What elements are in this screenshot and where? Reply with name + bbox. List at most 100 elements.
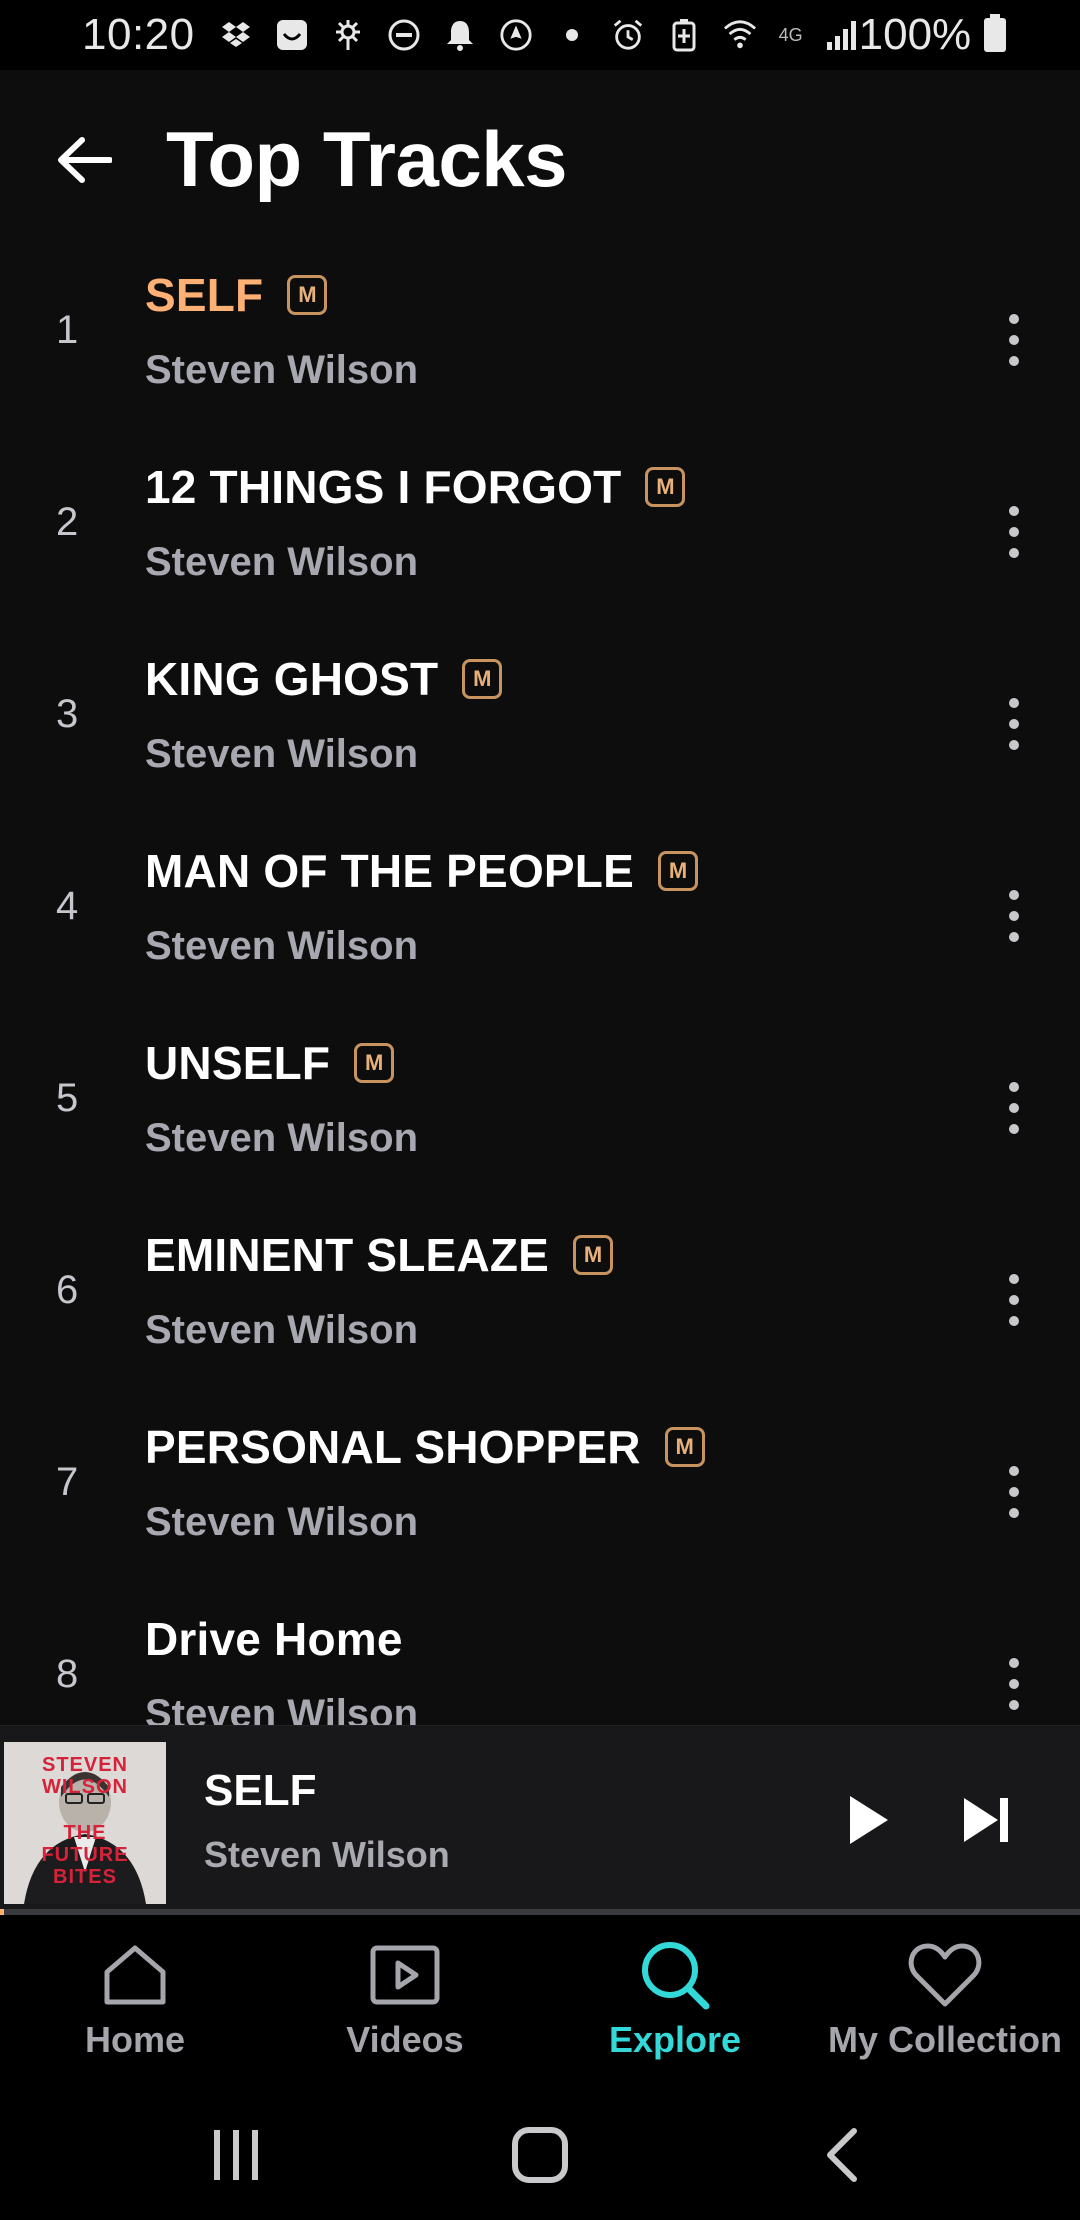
dot-icon: [1009, 1082, 1019, 1092]
back-system-button[interactable]: [802, 2120, 882, 2190]
track-row[interactable]: 7 PERSONAL SHOPPER M Steven Wilson: [0, 1402, 1080, 1594]
more-options-button[interactable]: [990, 692, 1038, 756]
track-title-group: UNSELF M: [145, 1036, 395, 1090]
more-options-button[interactable]: [990, 1460, 1038, 1524]
track-row[interactable]: 6 EMINENT SLEAZE M Steven Wilson: [0, 1210, 1080, 1402]
next-button[interactable]: [958, 1788, 1018, 1852]
more-options-button[interactable]: [990, 308, 1038, 372]
dnd-icon: [387, 18, 421, 52]
track-row[interactable]: 3 KING GHOST M Steven Wilson: [0, 634, 1080, 826]
track-number: 2: [56, 500, 79, 544]
app-circle-icon: [499, 18, 533, 52]
track-number: 5: [56, 1076, 79, 1120]
more-vertical-icon: [1009, 1082, 1019, 1134]
album-art-text-3: THE: [63, 1822, 107, 1844]
recent-apps-icon: [214, 2130, 258, 2180]
track-row[interactable]: 2 12 THINGS I FORGOT M Steven Wilson: [0, 442, 1080, 634]
more-options-button[interactable]: [990, 500, 1038, 564]
album-art-text-4: FUTURE: [41, 1844, 129, 1866]
play-button[interactable]: [840, 1788, 896, 1852]
battery-percent: 100%: [858, 10, 972, 59]
nav-my-collection[interactable]: My Collection: [810, 1915, 1080, 2080]
dot-icon: [1009, 911, 1019, 921]
track-title: 12 THINGS I FORGOT: [145, 461, 622, 513]
video-icon: [365, 1935, 445, 2015]
now-playing-title[interactable]: SELF: [204, 1766, 316, 1816]
more-vertical-icon: [1009, 890, 1019, 942]
album-art[interactable]: STEVEN WILSON THE FUTURE BITES: [4, 1742, 166, 1904]
track-artist: Steven Wilson: [145, 1308, 419, 1352]
more-vertical-icon: [1009, 506, 1019, 558]
dot-icon: [1009, 1487, 1019, 1497]
track-number: 1: [56, 308, 79, 352]
mini-player[interactable]: STEVEN WILSON THE FUTURE BITES SELF Stev…: [0, 1725, 1080, 1915]
dot-icon: [1009, 932, 1019, 942]
track-row[interactable]: 8 Drive Home Steven Wilson: [0, 1594, 1080, 1725]
dot-icon: [1009, 1103, 1019, 1113]
page-header: Top Tracks: [0, 70, 1080, 250]
track-list: 1 SELF M Steven Wilson 2 12 THINGS I FORGOT M S…: [0, 250, 1080, 1725]
dot-icon: [1009, 1466, 1019, 1476]
track-row[interactable]: 1 SELF M Steven Wilson: [0, 250, 1080, 442]
dot-icon: [1009, 506, 1019, 516]
dot-icon: [1009, 335, 1019, 345]
dot-icon: [1009, 698, 1019, 708]
master-quality-badge: M: [573, 1235, 614, 1275]
more-options-button[interactable]: [990, 1268, 1038, 1332]
arrow-left-icon: [58, 137, 112, 183]
nav-home-label: Home: [84, 2019, 186, 2060]
bell-icon: [443, 18, 477, 52]
bottom-nav: Home Videos Explore My Collection: [0, 1915, 1080, 2080]
status-bar: 10:20 4G 100%: [0, 0, 1080, 70]
nav-home[interactable]: Home: [0, 1915, 270, 2080]
track-artist: Steven Wilson: [145, 348, 419, 392]
master-quality-badge: M: [657, 851, 698, 891]
app-notification-icon: [275, 18, 309, 52]
track-number: 8: [56, 1652, 79, 1696]
track-title: SELF: [145, 269, 264, 321]
more-options-button[interactable]: [990, 884, 1038, 948]
dot-icon: [1009, 1124, 1019, 1134]
track-row[interactable]: 5 UNSELF M Steven Wilson: [0, 1018, 1080, 1210]
nav-explore-label: Explore: [608, 2019, 742, 2060]
more-vertical-icon: [1009, 1466, 1019, 1518]
dot-icon: [1009, 890, 1019, 900]
more-options-button[interactable]: [990, 1652, 1038, 1716]
master-quality-badge: M: [354, 1043, 395, 1083]
home-system-button[interactable]: [500, 2120, 580, 2190]
dropbox-icon: [219, 18, 253, 52]
track-artist: Steven Wilson: [145, 924, 419, 968]
track-title-group: KING GHOST M: [145, 652, 503, 706]
dot-icon: [1009, 1679, 1019, 1689]
status-icons: 4G: [219, 18, 859, 52]
recent-apps-button[interactable]: [196, 2120, 276, 2190]
track-title: PERSONAL SHOPPER: [145, 1421, 641, 1473]
dot-icon: [1009, 1316, 1019, 1326]
track-title: MAN OF THE PEOPLE: [145, 845, 634, 897]
track-row[interactable]: 4 MAN OF THE PEOPLE M Steven Wilson: [0, 826, 1080, 1018]
chevron-left-icon: [827, 2128, 857, 2182]
now-playing-artist[interactable]: Steven Wilson: [204, 1834, 450, 1876]
alarm-icon: [611, 18, 645, 52]
network-label: 4G: [778, 24, 803, 45]
dot-icon: [1009, 314, 1019, 324]
track-title-group: 12 THINGS I FORGOT M: [145, 460, 686, 514]
more-options-button[interactable]: [990, 1076, 1038, 1140]
dot-icon: [1009, 719, 1019, 729]
signal-icon: [825, 18, 859, 52]
track-artist: Steven Wilson: [145, 540, 419, 584]
more-vertical-icon: [1009, 314, 1019, 366]
nav-videos[interactable]: Videos: [270, 1915, 540, 2080]
more-vertical-icon: [1009, 1658, 1019, 1710]
more-vertical-icon: [1009, 698, 1019, 750]
heart-icon: [905, 1935, 985, 2015]
network-type: 4G: [779, 18, 803, 52]
wifi-icon: [723, 18, 757, 52]
track-title-group: Drive Home: [145, 1612, 403, 1666]
nav-explore[interactable]: Explore: [540, 1915, 810, 2080]
master-quality-badge: M: [664, 1427, 705, 1467]
track-title: KING GHOST: [145, 653, 439, 705]
back-button[interactable]: [52, 132, 116, 188]
dot-icon: [1009, 527, 1019, 537]
dot-icon: [1009, 1508, 1019, 1518]
